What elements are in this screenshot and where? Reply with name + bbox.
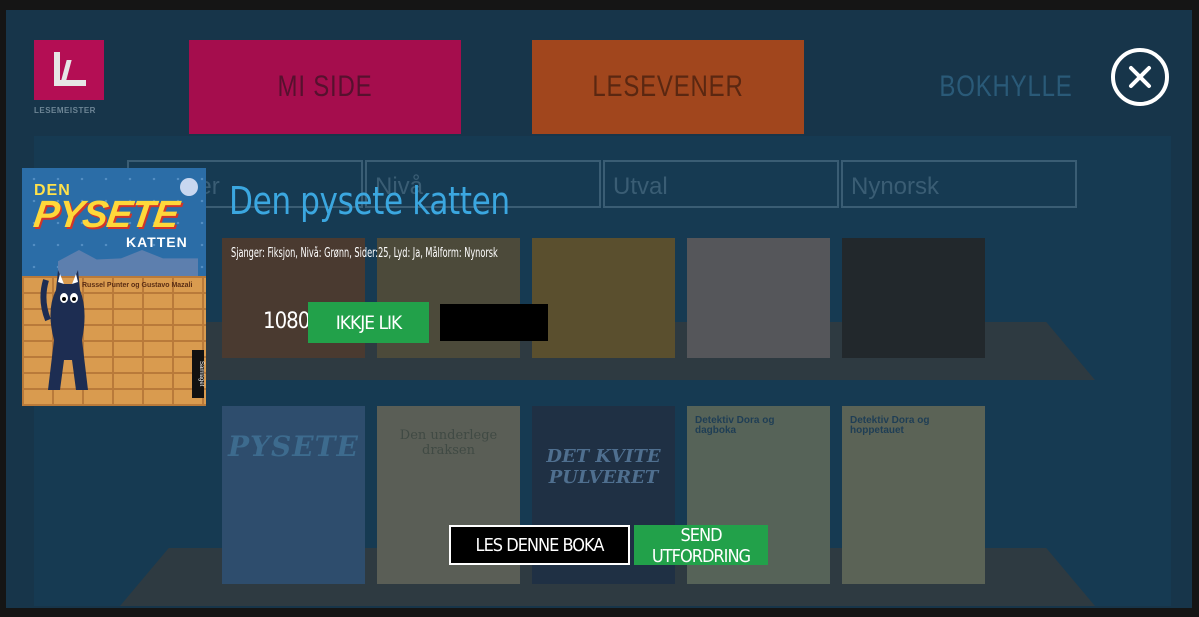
overlay-edge-left [0, 0, 6, 617]
like-count: 1080 [263, 309, 310, 334]
filter-utval[interactable]: Utval [603, 160, 839, 208]
app-logo: LESEMEISTER [34, 40, 104, 130]
logo-mark-icon [34, 40, 104, 100]
cat-illustration-icon [40, 270, 88, 390]
cover-authors: Russel Punter og Gustavo Mazali [82, 282, 193, 289]
book-cover: DEN PYSETE KATTEN Russel Punter og Gusta… [22, 168, 206, 406]
empty-black-box [440, 304, 548, 341]
book-cover-thumb[interactable]: Detektiv Dora og hoppetauet [842, 406, 985, 584]
book-cover-thumb[interactable] [532, 238, 675, 358]
tab-mi-side[interactable]: MI SIDE [189, 40, 461, 134]
close-button[interactable] [1111, 48, 1169, 106]
tab-lesevener[interactable]: LESEVENER [532, 40, 804, 134]
read-book-button[interactable]: LES DENNE BOKA [449, 525, 630, 565]
book-title: Den pysete katten [229, 179, 510, 223]
logo-text: LESEMEISTER [34, 106, 96, 115]
cover-publisher: Samlaget [192, 350, 204, 398]
filter-nynorsk[interactable]: Nynorsk [841, 160, 1077, 208]
book-cover-art: PYSETE [228, 430, 359, 463]
overlay-edge-top [0, 0, 1199, 10]
cover-title-pysete: PYSETE [31, 194, 181, 236]
close-icon [1129, 66, 1151, 88]
unlike-button[interactable]: IKKJE LIK [308, 302, 429, 343]
book-title: Den underlege draksen [399, 428, 498, 458]
book-title: Detektiv Dora og hoppetauet [850, 415, 930, 436]
book-cover-thumb[interactable]: PYSETE [222, 406, 365, 584]
book-cover-thumb[interactable] [842, 238, 985, 358]
cover-title-katten: KATTEN [126, 234, 188, 250]
book-title: Detektiv Dora og dagboka [695, 415, 775, 436]
tab-bokhylle[interactable]: BOKHYLLE [874, 40, 1138, 134]
book-title: DET KVITE PULVERET [546, 446, 661, 488]
overlay-edge-right [1192, 0, 1199, 617]
flower-sticker-icon [180, 178, 198, 196]
overlay-edge-bottom [0, 608, 1199, 617]
send-challenge-button[interactable]: SEND UTFORDRING [634, 525, 768, 567]
book-cover-thumb[interactable] [687, 238, 830, 358]
book-metadata: Sjanger: Fiksjon, Nivå: Grønn, Sider:25,… [231, 246, 498, 261]
